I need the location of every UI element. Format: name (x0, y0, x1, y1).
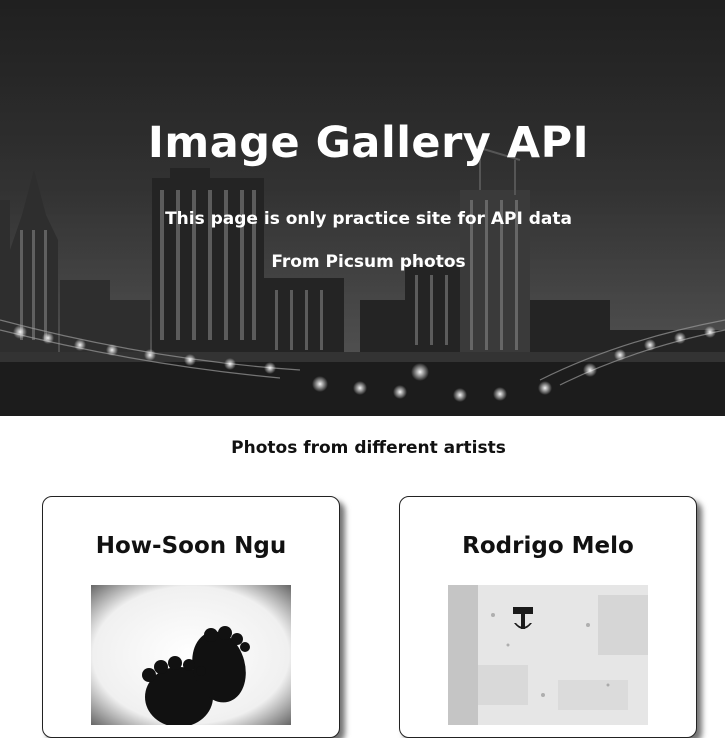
section-title: Photos from different artists (231, 438, 506, 458)
artist-photo[interactable] (91, 585, 291, 725)
artist-photo[interactable] (448, 585, 648, 725)
page-title: Image Gallery API (147, 118, 590, 168)
wall-anchor-photo-image (448, 585, 648, 725)
feet-photo-image (91, 585, 291, 725)
hero-text: Image Gallery API This page is only prac… (0, 0, 725, 416)
artist-name: How-Soon Ngu (95, 533, 287, 559)
hero-subtitle-source: From Picsum photos (271, 252, 466, 272)
artist-card: Rodrigo Melo (399, 496, 697, 738)
hero-banner: Image Gallery API This page is only prac… (0, 0, 725, 416)
artist-card: How-Soon Ngu (42, 496, 340, 738)
hero-subtitle-practice: This page is only practice site for API … (165, 209, 572, 229)
artist-name: Rodrigo Melo (462, 533, 634, 559)
